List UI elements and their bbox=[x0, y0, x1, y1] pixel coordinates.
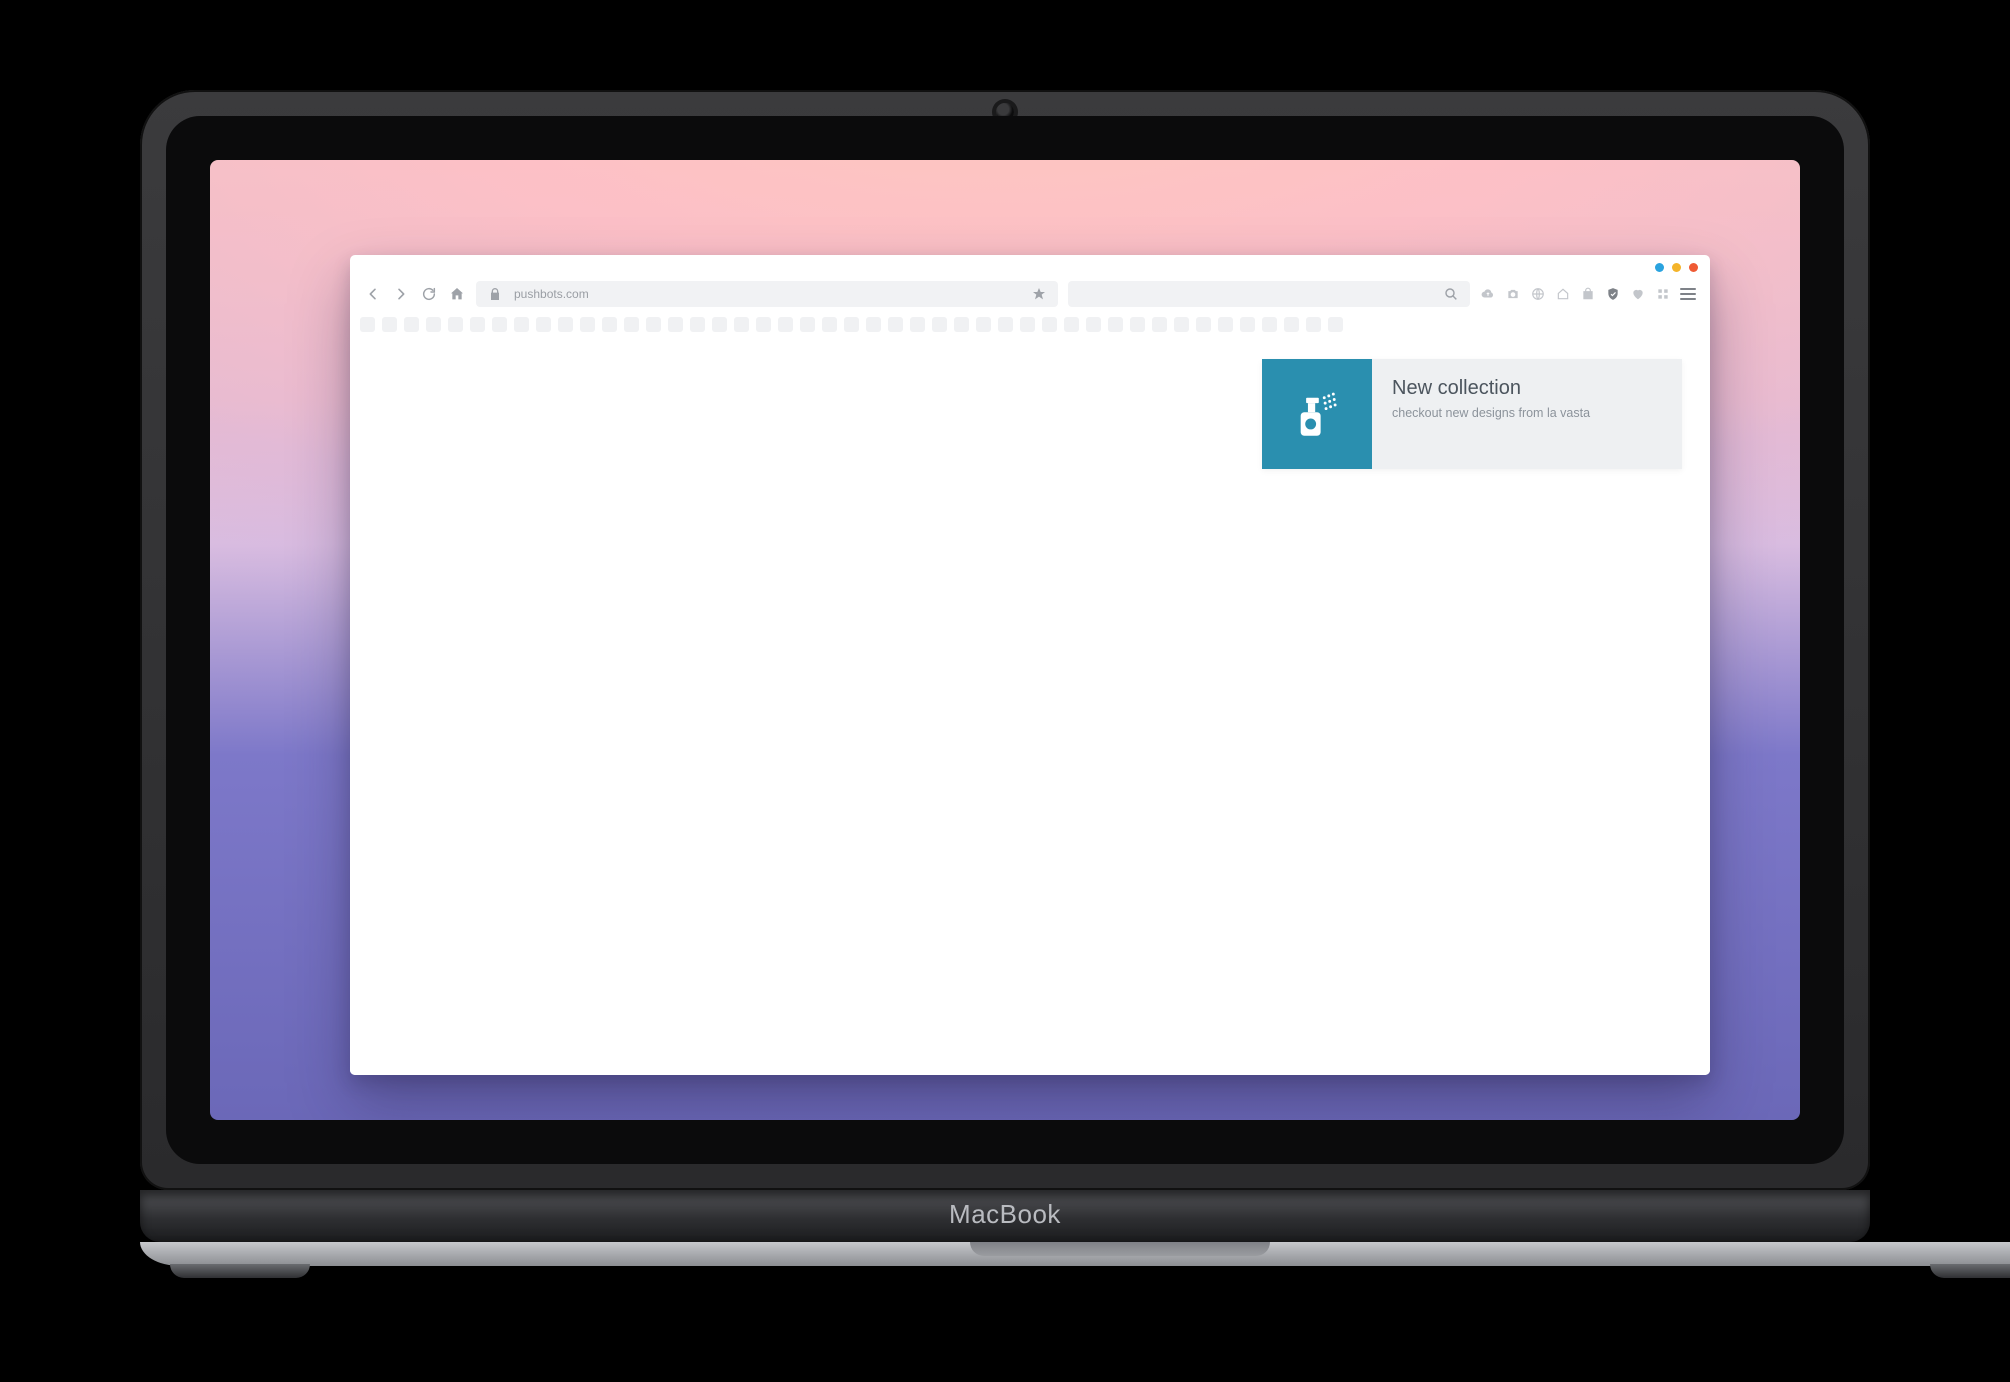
lock-icon bbox=[486, 285, 504, 303]
bookmark-slot[interactable] bbox=[888, 317, 903, 332]
bag-icon[interactable] bbox=[1580, 286, 1596, 302]
grid-icon[interactable] bbox=[1655, 286, 1671, 302]
laptop-chin: MacBook bbox=[140, 1190, 1870, 1242]
back-button[interactable] bbox=[364, 285, 382, 303]
laptop-brand: MacBook bbox=[949, 1199, 1061, 1230]
search-input[interactable] bbox=[1078, 287, 1442, 301]
desktop-wallpaper: pushbots.com bbox=[210, 160, 1800, 1120]
bookmark-slot[interactable] bbox=[910, 317, 925, 332]
home-button[interactable] bbox=[448, 285, 466, 303]
bookmark-slot[interactable] bbox=[998, 317, 1013, 332]
bookmark-slot[interactable] bbox=[382, 317, 397, 332]
search-icon bbox=[1442, 285, 1460, 303]
bookmark-slot[interactable] bbox=[932, 317, 947, 332]
bookmark-slot[interactable] bbox=[1020, 317, 1035, 332]
bookmark-slot[interactable] bbox=[866, 317, 881, 332]
bookmark-slot[interactable] bbox=[624, 317, 639, 332]
window-dot-minimize[interactable] bbox=[1655, 263, 1664, 272]
bookmark-slot[interactable] bbox=[404, 317, 419, 332]
bookmark-slot[interactable] bbox=[602, 317, 617, 332]
extension-icons bbox=[1480, 286, 1696, 302]
window-dot-close[interactable] bbox=[1689, 263, 1698, 272]
search-bar[interactable] bbox=[1068, 281, 1470, 307]
bookmark-slot[interactable] bbox=[712, 317, 727, 332]
page-viewport: New collection checkout new designs from… bbox=[350, 337, 1710, 1075]
bookmark-slot[interactable] bbox=[514, 317, 529, 332]
browser-window: pushbots.com bbox=[350, 255, 1710, 1075]
laptop-base bbox=[140, 1242, 2010, 1266]
laptop-feet bbox=[140, 1266, 2010, 1280]
bookmark-slot[interactable] bbox=[492, 317, 507, 332]
bookmark-slot[interactable] bbox=[1262, 317, 1277, 332]
bookmark-slot[interactable] bbox=[536, 317, 551, 332]
bookmark-slot[interactable] bbox=[844, 317, 859, 332]
bookmark-slot[interactable] bbox=[734, 317, 749, 332]
bookmark-slot[interactable] bbox=[1328, 317, 1343, 332]
bookmark-slot[interactable] bbox=[800, 317, 815, 332]
bookmark-slot[interactable] bbox=[756, 317, 771, 332]
notification-badge bbox=[1262, 359, 1372, 469]
trackpad-notch bbox=[970, 1242, 1270, 1256]
bookmark-slot[interactable] bbox=[1042, 317, 1057, 332]
bookmark-slot[interactable] bbox=[1086, 317, 1101, 332]
bookmark-slot[interactable] bbox=[646, 317, 661, 332]
screen-bezel: pushbots.com bbox=[166, 116, 1844, 1164]
bookmark-slot[interactable] bbox=[1130, 317, 1145, 332]
bookmark-slot[interactable] bbox=[448, 317, 463, 332]
window-titlebar bbox=[350, 255, 1710, 279]
browser-toolbar: pushbots.com bbox=[350, 279, 1710, 315]
bookmark-slot[interactable] bbox=[1174, 317, 1189, 332]
address-url: pushbots.com bbox=[514, 287, 1020, 301]
bookmark-slot[interactable] bbox=[976, 317, 991, 332]
laptop-lid: pushbots.com bbox=[140, 90, 1870, 1190]
forward-button[interactable] bbox=[392, 285, 410, 303]
notification-body: New collection checkout new designs from… bbox=[1372, 359, 1682, 469]
bookmark-slot[interactable] bbox=[426, 317, 441, 332]
bookmark-slot[interactable] bbox=[1306, 317, 1321, 332]
globe-icon[interactable] bbox=[1530, 286, 1546, 302]
reload-button[interactable] bbox=[420, 285, 438, 303]
spray-bottle-icon bbox=[1288, 385, 1346, 443]
notification-title: New collection bbox=[1392, 377, 1664, 400]
bookmark-slot[interactable] bbox=[690, 317, 705, 332]
bookmark-slot[interactable] bbox=[954, 317, 969, 332]
stage: pushbots.com bbox=[0, 0, 2010, 1382]
bookmark-slot[interactable] bbox=[1218, 317, 1233, 332]
heart-icon[interactable] bbox=[1630, 286, 1646, 302]
bookmark-slot[interactable] bbox=[1108, 317, 1123, 332]
home-outline-icon[interactable] bbox=[1555, 286, 1571, 302]
shield-check-icon[interactable] bbox=[1605, 286, 1621, 302]
cloud-upload-icon[interactable] bbox=[1480, 286, 1496, 302]
notification-message: checkout new designs from la vasta bbox=[1392, 406, 1664, 420]
bookmark-slot[interactable] bbox=[778, 317, 793, 332]
bookmark-bar bbox=[350, 315, 1710, 337]
bookmark-slot[interactable] bbox=[558, 317, 573, 332]
address-bar[interactable]: pushbots.com bbox=[476, 281, 1058, 307]
bookmark-slot[interactable] bbox=[822, 317, 837, 332]
bookmark-slot[interactable] bbox=[1240, 317, 1255, 332]
push-notification[interactable]: New collection checkout new designs from… bbox=[1262, 359, 1682, 469]
bookmark-slot[interactable] bbox=[580, 317, 595, 332]
camera-icon[interactable] bbox=[1505, 286, 1521, 302]
bookmark-slot[interactable] bbox=[360, 317, 375, 332]
bookmark-slot[interactable] bbox=[1152, 317, 1167, 332]
bookmark-slot[interactable] bbox=[668, 317, 683, 332]
bookmark-slot[interactable] bbox=[1284, 317, 1299, 332]
hamburger-menu-icon[interactable] bbox=[1680, 288, 1696, 300]
bookmark-slot[interactable] bbox=[1064, 317, 1079, 332]
window-dot-maximize[interactable] bbox=[1672, 263, 1681, 272]
bookmark-star-icon[interactable] bbox=[1030, 285, 1048, 303]
bookmark-slot[interactable] bbox=[470, 317, 485, 332]
bookmark-slot[interactable] bbox=[1196, 317, 1211, 332]
laptop-frame: pushbots.com bbox=[140, 90, 1870, 1280]
